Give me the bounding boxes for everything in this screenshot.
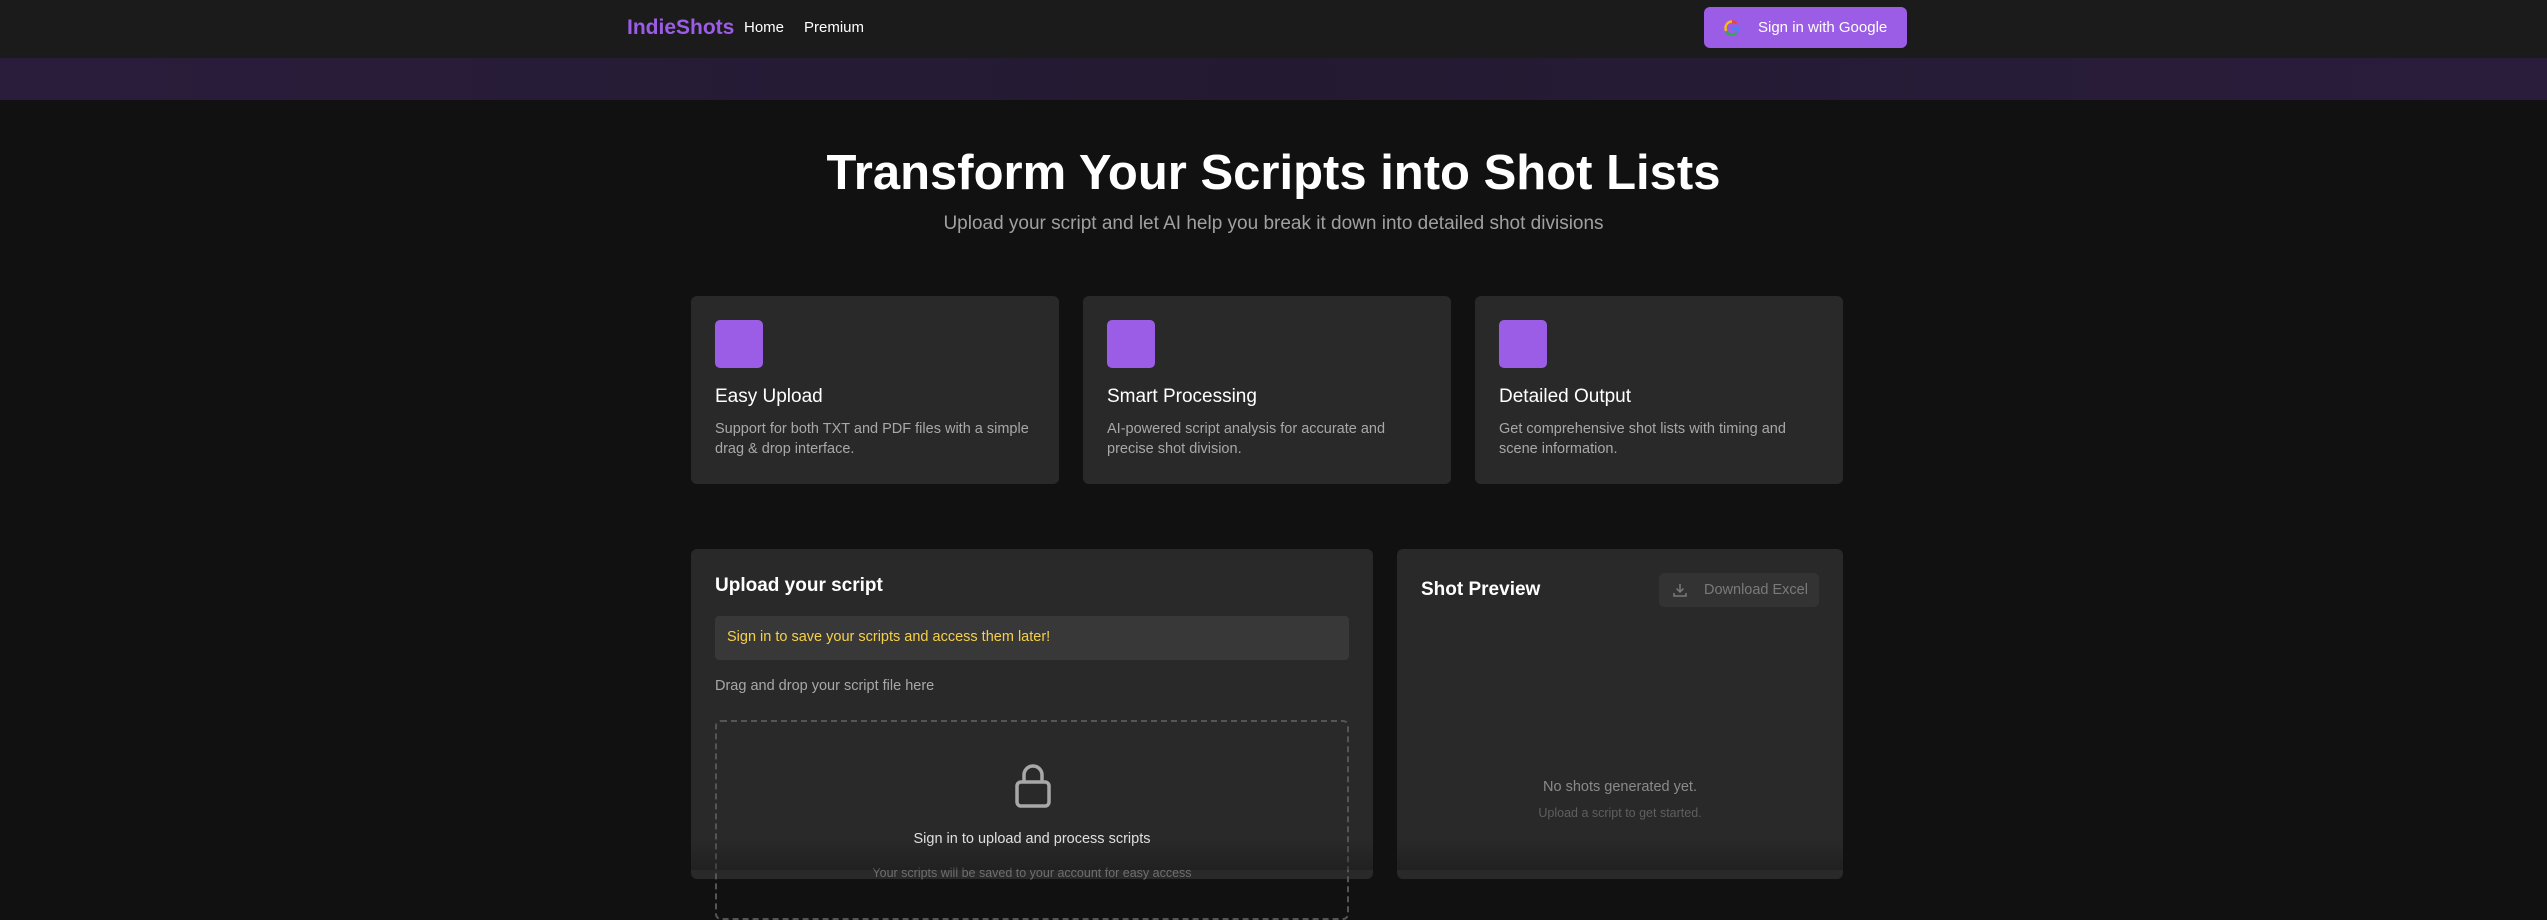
hero-title: Transform Your Scripts into Shot Lists	[826, 146, 1721, 200]
upload-panel: Upload your script Sign in to save your …	[691, 549, 1373, 920]
empty-state-title: No shots generated yet.	[1543, 779, 1697, 795]
file-dropzone[interactable]: Sign in to upload and process scripts Yo…	[715, 720, 1349, 920]
brand-logo[interactable]: IndieShots	[627, 16, 734, 40]
hero-subtitle: Upload your script and let AI help you b…	[943, 213, 1604, 234]
promo-banner	[0, 58, 2547, 100]
shot-preview-title: Shot Preview	[1421, 579, 1541, 600]
upload-panel-title: Upload your script	[715, 575, 883, 596]
top-navbar: IndieShots Home Premium Sign in with Goo…	[0, 0, 2547, 58]
sign-in-label: Sign in with Google	[1758, 19, 1888, 36]
feature-icon	[1107, 320, 1155, 368]
nav-link-home[interactable]: Home	[744, 19, 784, 36]
sign-in-with-google-button[interactable]: Sign in with Google	[1704, 7, 1907, 48]
feature-card-smart-processing: Smart Processing AI-powered script analy…	[1083, 296, 1451, 484]
feature-card-detailed-output: Detailed Output Get comprehensive shot l…	[1475, 296, 1843, 484]
lock-icon	[1015, 764, 1051, 808]
sign-in-notice: Sign in to save your scripts and access …	[715, 616, 1349, 660]
feature-title: Smart Processing	[1107, 386, 1257, 407]
download-excel-button[interactable]: Download Excel	[1659, 573, 1819, 607]
feature-title: Easy Upload	[715, 386, 823, 407]
drag-drop-label: Drag and drop your script file here	[715, 678, 935, 694]
feature-card-easy-upload: Easy Upload Support for both TXT and PDF…	[691, 296, 1059, 484]
feature-icon	[1499, 320, 1547, 368]
dropzone-text: Sign in to upload and process scripts	[913, 831, 1151, 847]
download-icon	[1673, 584, 1687, 597]
shot-preview-panel: Shot Preview Download Excel No shots gen…	[1397, 549, 1843, 879]
feature-icon	[715, 320, 763, 368]
feature-description: AI-powered script analysis for accurate …	[1107, 421, 1386, 457]
download-excel-label: Download Excel	[1704, 582, 1808, 598]
dropzone-subtext: Your scripts will be saved to your accou…	[872, 866, 1192, 880]
nav-link-premium[interactable]: Premium	[804, 19, 864, 36]
feature-description: Support for both TXT and PDF files with …	[715, 421, 1029, 457]
feature-title: Detailed Output	[1499, 386, 1632, 407]
empty-state-subtitle: Upload a script to get started.	[1538, 806, 1702, 820]
google-icon	[1724, 19, 1740, 36]
feature-description: Get comprehensive shot lists with timing…	[1499, 421, 1786, 457]
